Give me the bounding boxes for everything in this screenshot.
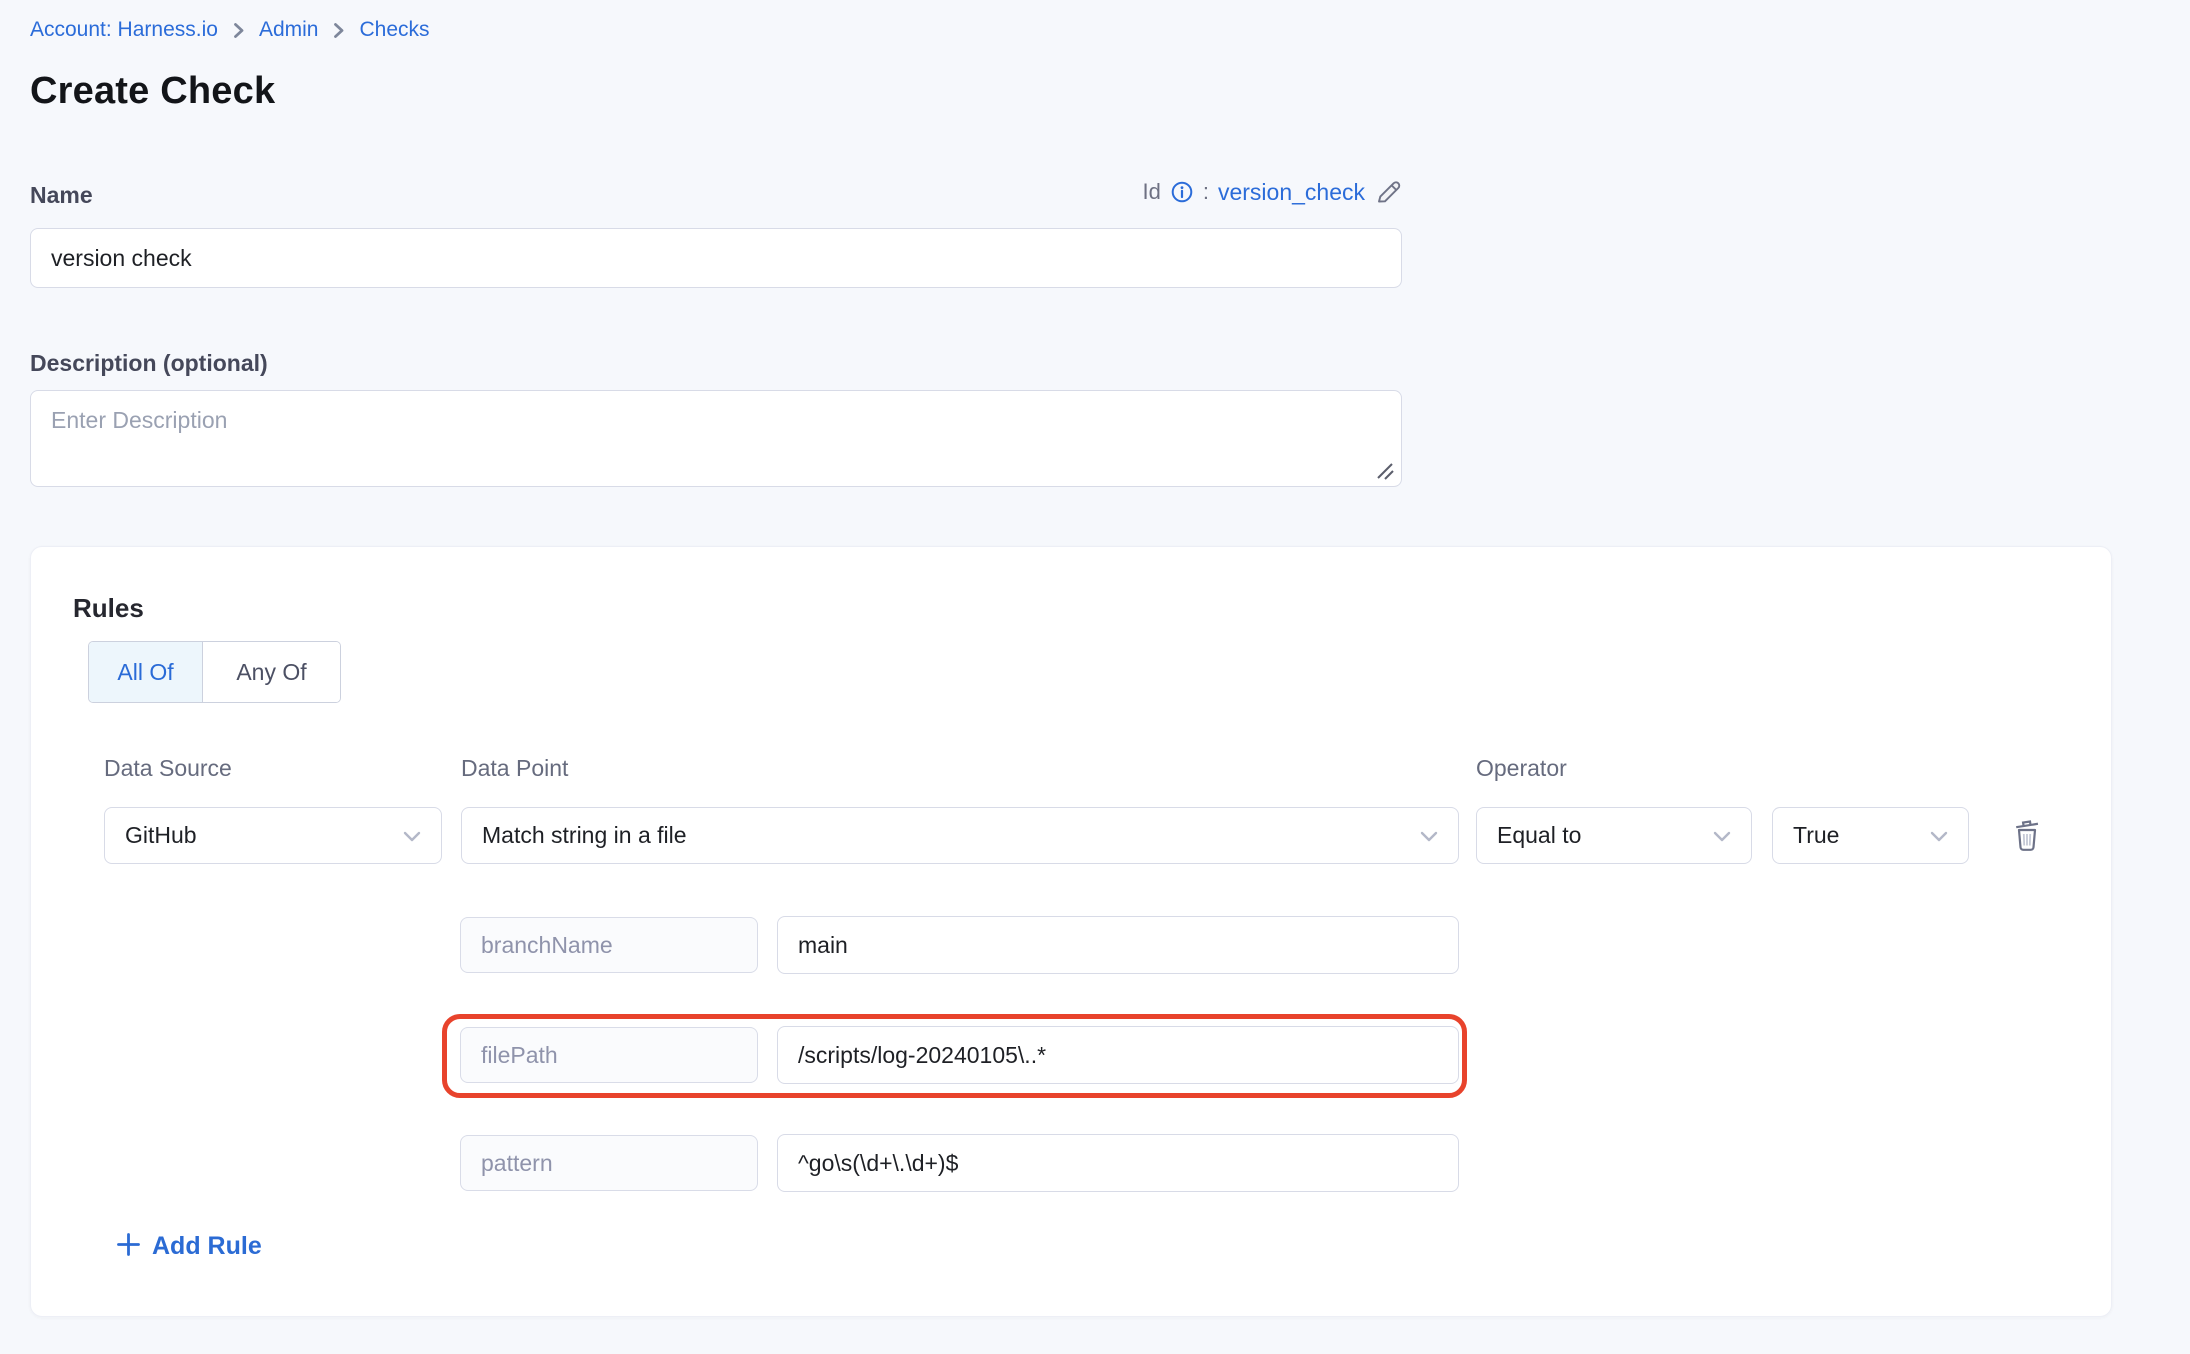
add-rule-button[interactable]: Add Rule — [115, 1231, 262, 1261]
breadcrumb: Account: Harness.io Admin Checks — [30, 14, 430, 46]
plus-icon — [115, 1231, 142, 1261]
rules-heading: Rules — [73, 593, 144, 624]
description-textarea[interactable] — [30, 390, 1402, 487]
operator-bool-value: True — [1793, 822, 1839, 849]
param-key-branchname: branchName — [460, 917, 758, 973]
id-colon: : — [1203, 179, 1209, 205]
pencil-icon[interactable] — [1374, 178, 1402, 206]
breadcrumb-checks-link[interactable]: Checks — [359, 18, 429, 42]
info-icon[interactable] — [1170, 180, 1194, 204]
rules-condition-toggle: All Of Any Of — [88, 641, 341, 703]
param-input-filepath[interactable] — [777, 1026, 1459, 1084]
operator-label: Operator — [1476, 755, 1567, 782]
operator-value: Equal to — [1497, 822, 1581, 849]
data-source-value: GitHub — [125, 822, 197, 849]
chevron-right-icon — [231, 21, 246, 40]
trash-icon — [2010, 815, 2044, 856]
toggle-all-of[interactable]: All Of — [89, 642, 203, 702]
id-row: Id : version_check — [1090, 178, 1402, 206]
name-label: Name — [30, 182, 93, 209]
page-title: Create Check — [30, 70, 275, 113]
param-key-filepath: filePath — [460, 1027, 758, 1083]
chevron-down-icon — [1711, 822, 1733, 849]
operator-select[interactable]: Equal to — [1476, 807, 1752, 864]
chevron-down-icon — [1928, 822, 1950, 849]
breadcrumb-admin-link[interactable]: Admin — [259, 18, 319, 42]
breadcrumb-account-link[interactable]: Account: Harness.io — [30, 18, 218, 42]
data-point-label: Data Point — [461, 755, 568, 782]
chevron-right-icon — [331, 21, 346, 40]
toggle-any-of[interactable]: Any Of — [203, 642, 340, 702]
data-source-label: Data Source — [104, 755, 232, 782]
add-rule-label: Add Rule — [152, 1232, 262, 1261]
param-input-branchname[interactable] — [777, 916, 1459, 974]
param-key-pattern: pattern — [460, 1135, 758, 1191]
data-source-select[interactable]: GitHub — [104, 807, 442, 864]
data-point-select[interactable]: Match string in a file — [461, 807, 1459, 864]
id-value-link[interactable]: version_check — [1218, 179, 1365, 206]
delete-rule-button[interactable] — [2003, 811, 2051, 859]
data-point-value: Match string in a file — [482, 822, 687, 849]
operator-bool-select[interactable]: True — [1772, 807, 1969, 864]
name-input[interactable] — [30, 228, 1402, 288]
chevron-down-icon — [401, 822, 423, 849]
id-label: Id — [1142, 179, 1160, 205]
param-input-pattern[interactable] — [777, 1134, 1459, 1192]
rules-card: Rules All Of Any Of Data Source Data Poi… — [30, 546, 2112, 1317]
description-label: Description (optional) — [30, 350, 268, 377]
chevron-down-icon — [1418, 822, 1440, 849]
